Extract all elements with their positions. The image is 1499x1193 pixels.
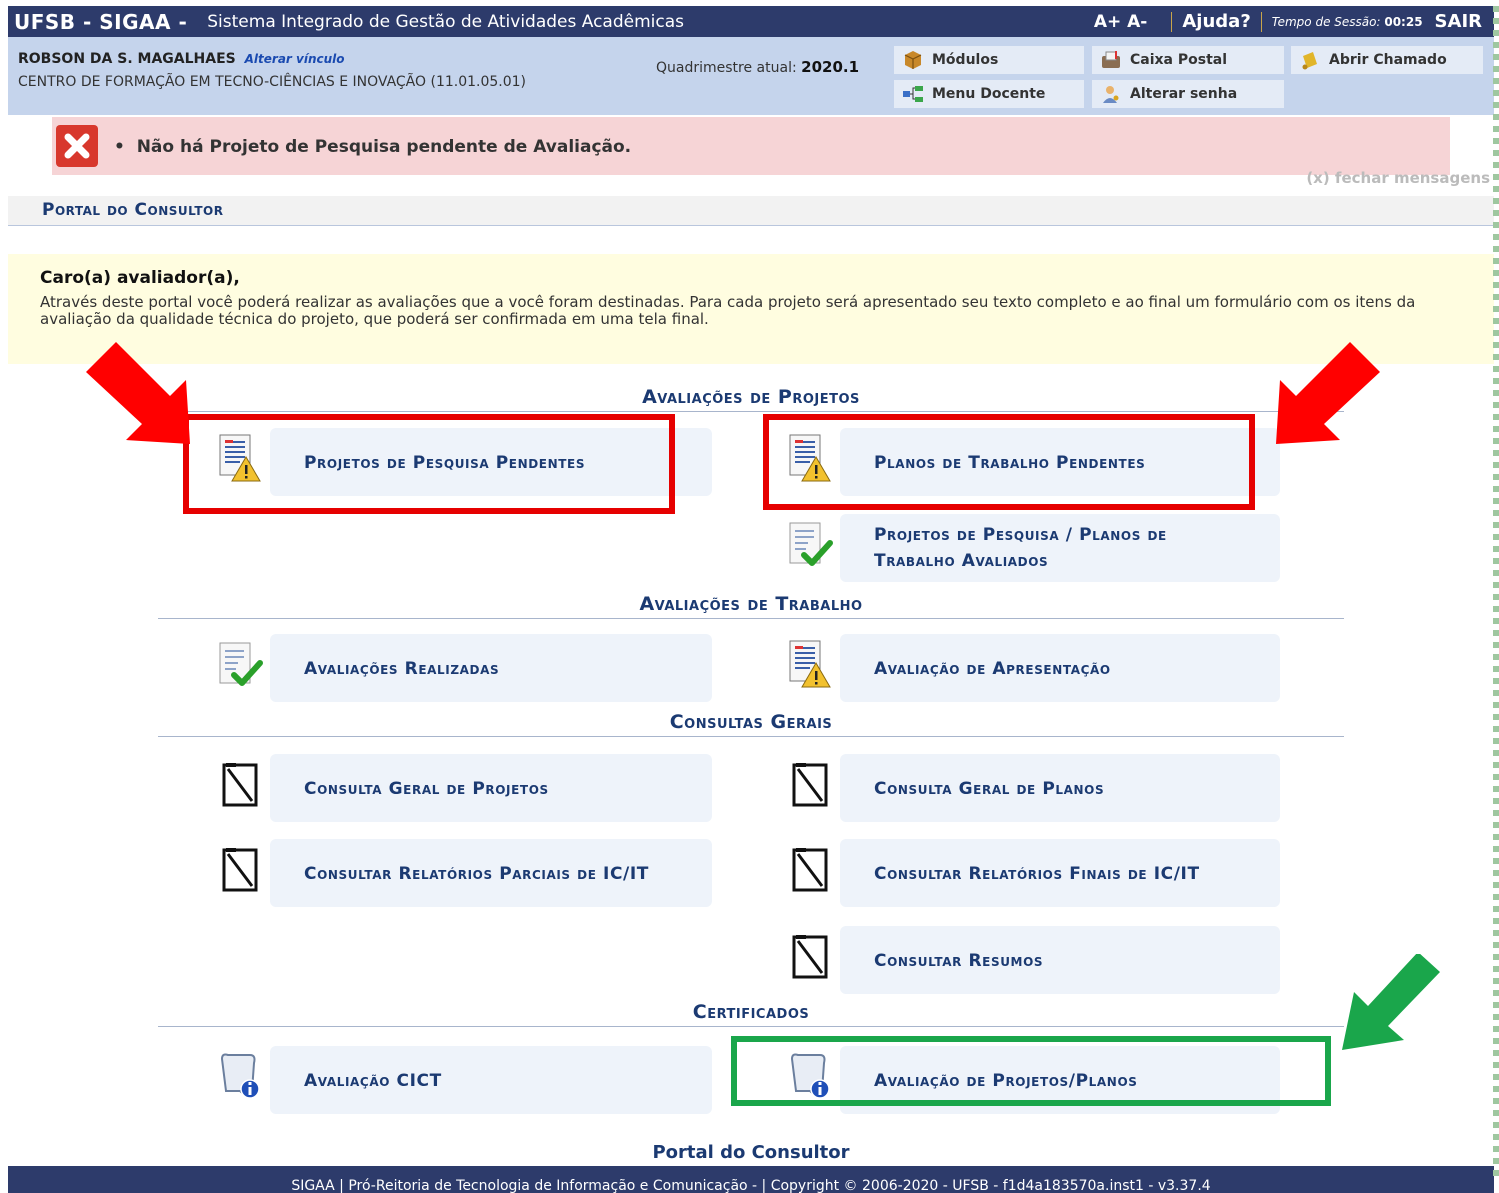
consulta-projetos-card[interactable]: Consulta Geral de Projetos bbox=[216, 754, 712, 822]
section-title-avaliacoes-projetos: Avaliações de Projetos bbox=[158, 386, 1344, 412]
relatorios-parciais-card[interactable]: Consultar Relatórios Parciais de IC/IT bbox=[216, 839, 712, 907]
avaliacoes-realizadas-card[interactable]: Avaliações Realizadas bbox=[216, 634, 712, 702]
font-size-controls[interactable]: A+ A- bbox=[1094, 12, 1148, 32]
notepad-pen-icon bbox=[786, 931, 834, 981]
consultar-resumos-label: Consultar Resumos bbox=[874, 951, 1044, 971]
avaliados-label-line2: Trabalho Avaliados bbox=[874, 551, 1049, 571]
page-edge-dashes bbox=[1493, 6, 1499, 1176]
caixa-postal-label: Caixa Postal bbox=[1130, 52, 1228, 68]
document-check-icon bbox=[216, 639, 264, 689]
mailbox-icon bbox=[1100, 50, 1122, 70]
document-warning-icon bbox=[786, 639, 834, 689]
divider bbox=[1171, 11, 1173, 32]
bell-icon bbox=[1299, 50, 1321, 70]
user-name: ROBSON DA S. MAGALHAES bbox=[18, 51, 236, 67]
user-key-icon bbox=[1100, 84, 1122, 104]
section-title-certificados: Certificados bbox=[158, 1001, 1344, 1027]
notepad-pen-icon bbox=[786, 844, 834, 894]
error-text: • Não há Projeto de Pesquisa pendente de… bbox=[114, 137, 632, 157]
top-bar-actions: A+ A- Ajuda? Tempo de Sessão: 00:25 SAIR bbox=[1094, 6, 1482, 37]
intro-greeting: Caro(a) avaliador(a), bbox=[40, 268, 240, 288]
notepad-pen-icon bbox=[786, 759, 834, 809]
highlight-box-red bbox=[763, 414, 1255, 510]
user-name-row: ROBSON DA S. MAGALHAES Alterar vínculo bbox=[18, 51, 345, 67]
intro-text: Através deste portal você poderá realiza… bbox=[40, 293, 1416, 328]
brand-title[interactable]: UFSB - SIGAA - bbox=[8, 10, 187, 34]
portal-title-bar: Portal do Consultor bbox=[8, 196, 1494, 226]
avaliados-label-line1: Projetos de Pesquisa / Planos de bbox=[874, 525, 1167, 545]
document-check-icon bbox=[786, 519, 834, 569]
avaliacao-cict-label: Avaliação CICT bbox=[304, 1071, 442, 1091]
section-title-avaliacoes-trabalho: Avaliações de Trabalho bbox=[158, 593, 1344, 619]
notepad-pen-icon bbox=[216, 844, 264, 894]
footer-title: Portal do Consultor bbox=[652, 1142, 850, 1163]
avaliados-card[interactable]: Projetos de Pesquisa / Planos de Trabalh… bbox=[786, 514, 1280, 582]
alterar-senha-button[interactable]: Alterar senha bbox=[1092, 80, 1284, 108]
consulta-planos-card[interactable]: Consulta Geral de Planos bbox=[786, 754, 1280, 822]
avaliacoes-realizadas-label: Avaliações Realizadas bbox=[304, 659, 500, 679]
avaliacao-apresentacao-card[interactable]: Avaliação de Apresentação bbox=[786, 634, 1280, 702]
abrir-chamado-label: Abrir Chamado bbox=[1329, 52, 1447, 68]
session-time: 00:25 bbox=[1384, 14, 1423, 29]
modulos-button[interactable]: Módulos bbox=[894, 46, 1084, 74]
term-value: 2020.1 bbox=[801, 58, 860, 76]
relatorios-finais-card[interactable]: Consultar Relatórios Finais de IC/IT bbox=[786, 839, 1280, 907]
session-timer: Tempo de Sessão: 00:25 bbox=[1272, 15, 1423, 29]
caixa-postal-button[interactable]: Caixa Postal bbox=[1092, 46, 1284, 74]
modulos-label: Módulos bbox=[932, 52, 999, 68]
consulta-planos-label: Consulta Geral de Planos bbox=[874, 779, 1105, 799]
error-icon bbox=[56, 125, 98, 167]
top-bar: UFSB - SIGAA - Sistema Integrado de Gest… bbox=[8, 6, 1494, 37]
avaliacao-apresentacao-label: Avaliação de Apresentação bbox=[874, 659, 1111, 679]
consulta-projetos-label: Consulta Geral de Projetos bbox=[304, 779, 549, 799]
consultar-resumos-card[interactable]: Consultar Resumos bbox=[786, 926, 1280, 994]
section-title-consultas-gerais: Consultas Gerais bbox=[158, 711, 1344, 737]
term-label: Quadrimestre atual: bbox=[656, 60, 797, 76]
user-info-band: ROBSON DA S. MAGALHAES Alterar vínculo C… bbox=[8, 37, 1494, 115]
error-message: • Não há Projeto de Pesquisa pendente de… bbox=[52, 117, 1450, 175]
arrow-down-left-icon bbox=[1276, 342, 1380, 444]
menu-docente-button[interactable]: Menu Docente bbox=[894, 80, 1084, 108]
avaliacao-cict-card[interactable]: Avaliação CICT bbox=[216, 1046, 712, 1114]
highlight-box-red bbox=[183, 414, 675, 514]
cube-icon bbox=[902, 50, 924, 70]
logout-button[interactable]: SAIR bbox=[1435, 11, 1482, 32]
menu-tree-icon bbox=[902, 84, 924, 104]
certificate-info-icon bbox=[216, 1051, 264, 1101]
menu-docente-label: Menu Docente bbox=[932, 86, 1046, 102]
page: UFSB - SIGAA - Sistema Integrado de Gest… bbox=[8, 6, 1494, 1193]
portal-title: Portal do Consultor bbox=[42, 200, 224, 220]
relatorios-parciais-label: Consultar Relatórios Parciais de IC/IT bbox=[304, 864, 649, 884]
close-messages-link[interactable]: (x) fechar mensagens bbox=[1306, 169, 1490, 187]
help-link[interactable]: Ajuda? bbox=[1182, 11, 1250, 32]
current-term: Quadrimestre atual: 2020.1 bbox=[656, 58, 859, 76]
footer-bar: SIGAA | Pró-Reitoria de Tecnologia de In… bbox=[8, 1166, 1494, 1193]
alterar-senha-label: Alterar senha bbox=[1130, 86, 1238, 102]
arrow-down-right-icon bbox=[86, 342, 190, 444]
error-message-text: Não há Projeto de Pesquisa pendente de A… bbox=[136, 137, 632, 157]
highlight-box-green bbox=[731, 1036, 1331, 1106]
notepad-pen-icon bbox=[216, 759, 264, 809]
system-name: Sistema Integrado de Gestão de Atividade… bbox=[207, 11, 685, 32]
abrir-chamado-button[interactable]: Abrir Chamado bbox=[1291, 46, 1483, 74]
arrow-down-left-icon bbox=[1342, 954, 1440, 1050]
avaliados-label: Projetos de Pesquisa / Planos de Trabalh… bbox=[874, 522, 1167, 574]
user-department: CENTRO DE FORMAÇÃO EM TECNO-CIÊNCIAS E I… bbox=[18, 74, 527, 90]
change-link-link[interactable]: Alterar vínculo bbox=[245, 52, 345, 66]
relatorios-finais-label: Consultar Relatórios Finais de IC/IT bbox=[874, 864, 1200, 884]
session-label: Tempo de Sessão: bbox=[1271, 14, 1381, 29]
divider bbox=[1260, 11, 1262, 32]
